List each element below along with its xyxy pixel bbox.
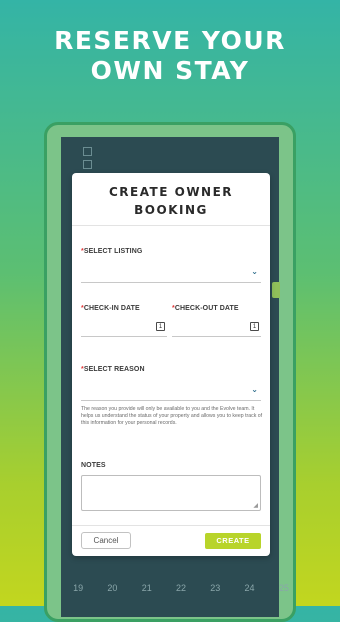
check-out-label-text: CHECK-OUT DATE: [174, 305, 239, 312]
select-reason-underline: [81, 400, 261, 401]
background-menu-item: [83, 147, 92, 156]
select-listing-label-text: SELECT LISTING: [83, 248, 143, 255]
modal-title-line-1: CREATE OWNER: [108, 185, 234, 199]
cancel-button[interactable]: Cancel: [81, 532, 131, 549]
calendar-day: 21: [141, 583, 152, 593]
calendar-icon: 1: [250, 322, 259, 331]
calendar-day: 23: [210, 583, 221, 593]
resize-grip-icon[interactable]: ◢: [253, 502, 258, 509]
create-button[interactable]: CREATE: [205, 533, 261, 549]
calendar-day: 22: [175, 583, 186, 593]
modal-title: CREATE OWNER BOOKING: [72, 183, 270, 219]
calendar-day: 25: [278, 583, 289, 593]
calendar-icon: 1: [156, 322, 165, 331]
reason-help-text: The reason you provide will only be avai…: [81, 406, 263, 427]
check-in-label: *CHECK-IN DATE: [81, 305, 140, 312]
create-owner-booking-modal: CREATE OWNER BOOKING *SELECT LISTING ⌄ *…: [72, 173, 270, 556]
check-out-date-field[interactable]: 1: [172, 317, 261, 337]
check-in-date-field[interactable]: 1: [81, 317, 167, 337]
check-out-underline: [172, 336, 261, 337]
chevron-down-icon: ⌄: [251, 385, 258, 394]
headline-line-1: RESERVE YOUR: [54, 26, 286, 55]
select-listing-label: *SELECT LISTING: [81, 248, 142, 255]
check-in-underline: [81, 336, 167, 337]
background-side-tab: [272, 282, 280, 298]
select-reason-label-text: SELECT REASON: [83, 366, 145, 373]
headline: RESERVE YOUR OWN STAY: [0, 26, 340, 86]
select-reason-label: *SELECT REASON: [81, 366, 145, 373]
background-menu: [83, 147, 92, 173]
footer-divider: [72, 525, 270, 526]
calendar-day: 19: [73, 583, 84, 593]
calendar-day: 24: [244, 583, 255, 593]
select-listing-underline: [81, 282, 261, 283]
background-menu-item: [83, 160, 92, 169]
menu-item-icon: [83, 160, 92, 169]
modal-title-line-2: BOOKING: [134, 203, 208, 217]
select-listing-dropdown[interactable]: ⌄: [81, 259, 261, 283]
notes-textarea[interactable]: ◢: [81, 475, 261, 511]
chevron-down-icon: ⌄: [251, 267, 258, 276]
check-out-label: *CHECK-OUT DATE: [172, 305, 239, 312]
background-calendar-row: 19 20 21 22 23 24 25: [61, 583, 301, 593]
select-reason-dropdown[interactable]: ⌄: [81, 377, 261, 401]
notes-label: NOTES: [81, 462, 106, 469]
title-divider: [72, 225, 270, 226]
calendar-day: 20: [107, 583, 118, 593]
check-in-label-text: CHECK-IN DATE: [83, 305, 140, 312]
headline-line-2: OWN STAY: [90, 56, 250, 85]
menu-item-icon: [83, 147, 92, 156]
